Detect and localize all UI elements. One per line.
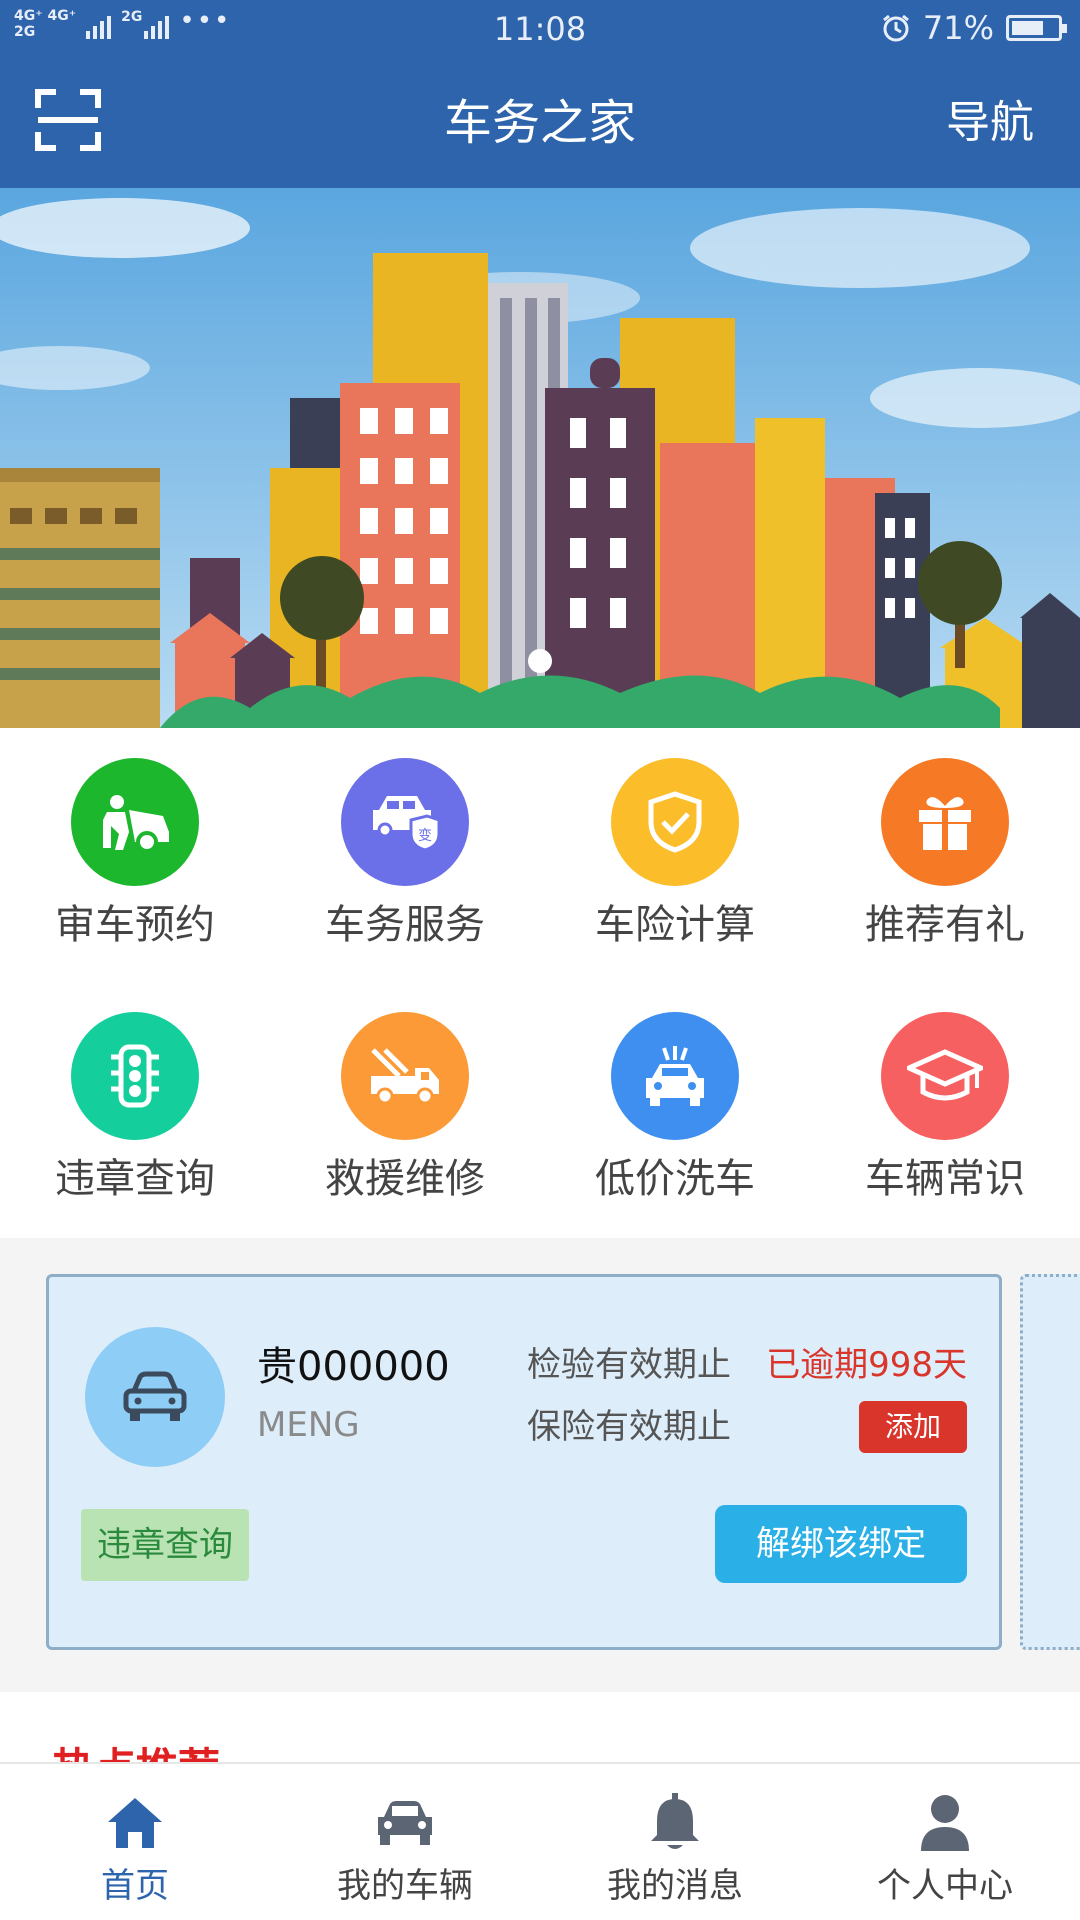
car-transfer-icon: 变 (341, 758, 469, 886)
car-icon (123, 1371, 187, 1421)
status-bar: 4G⁺ 4G⁺ 2G 2G ••• 11:08 71% (0, 0, 1080, 58)
navigation-button[interactable]: 导航 (946, 58, 1034, 188)
violation-query-button[interactable]: 违章查询 (81, 1509, 249, 1581)
service-label: 推荐有礼 (865, 902, 1025, 948)
service-violation-query[interactable]: 违章查询 (0, 1012, 270, 1204)
hot-recommend-title: 热点推荐 (52, 1744, 220, 1762)
bottom-tab-bar: 首页 我的车辆 我的消息 个人中心 (0, 1762, 1080, 1920)
license-plate: 贵000000 (257, 1344, 450, 1390)
service-rescue-repair[interactable]: 救援维修 (270, 1012, 540, 1204)
alarm-icon (882, 14, 909, 42)
vehicle-card[interactable]: 贵000000 MENG 检验有效期止 已逾期998天 保险有效期止 添加 违章… (46, 1274, 1002, 1650)
tab-label: 首页 (101, 1866, 169, 1906)
car-wash-icon (611, 1012, 739, 1140)
service-car-affairs[interactable]: 变 车务服务 (270, 758, 540, 950)
next-vehicle-card-placeholder[interactable] (1020, 1274, 1080, 1650)
battery-icon (1006, 15, 1067, 41)
service-vehicle-knowledge[interactable]: 车辆常识 (810, 1012, 1080, 1204)
shield-check-icon (611, 758, 739, 886)
service-label: 车辆常识 (865, 1156, 1025, 1202)
service-grid: 审车预约 变 车务服务 车险计算 推荐有礼 违章查询 救援维修 低价洗车 车辆常… (0, 728, 1080, 1238)
inspection-status: 已逾期998天 (766, 1345, 967, 1385)
tab-my-vehicles[interactable]: 我的车辆 (270, 1764, 540, 1920)
service-insurance-calc[interactable]: 车险计算 (540, 758, 810, 950)
unbind-button[interactable]: 解绑该绑定 (715, 1505, 967, 1583)
service-label: 车险计算 (595, 902, 755, 948)
user-icon (810, 1788, 1080, 1858)
city-banner-image (0, 188, 1080, 728)
inspection-label: 检验有效期止 (527, 1345, 731, 1385)
service-car-inspection[interactable]: 审车预约 (0, 758, 270, 950)
banner-carousel[interactable] (0, 188, 1080, 728)
service-label: 救援维修 (325, 1156, 485, 1202)
service-label: 低价洗车 (595, 1156, 755, 1202)
tab-label: 我的消息 (607, 1866, 743, 1906)
service-car-wash[interactable]: 低价洗车 (540, 1012, 810, 1204)
tab-label: 个人中心 (877, 1866, 1013, 1906)
service-label: 车务服务 (325, 902, 485, 948)
home-icon (0, 1788, 270, 1858)
tow-truck-icon (341, 1012, 469, 1140)
hot-recommend-section: 热点推荐 (0, 1692, 1080, 1762)
car-icon (270, 1788, 540, 1858)
service-referral-gift[interactable]: 推荐有礼 (810, 758, 1080, 950)
vehicle-section: 贵000000 MENG 检验有效期止 已逾期998天 保险有效期止 添加 违章… (0, 1238, 1080, 1692)
page-title: 车务之家 (443, 95, 636, 151)
tab-profile[interactable]: 个人中心 (810, 1764, 1080, 1920)
gift-icon (881, 758, 1009, 886)
graduation-cap-icon (881, 1012, 1009, 1140)
bell-icon (540, 1788, 810, 1858)
add-insurance-button[interactable]: 添加 (859, 1401, 967, 1453)
service-label: 审车预约 (55, 902, 215, 948)
service-label: 违章查询 (55, 1156, 215, 1202)
tab-my-messages[interactable]: 我的消息 (540, 1764, 810, 1920)
carousel-dot-active[interactable] (528, 649, 552, 673)
battery-percent: 71% (922, 9, 994, 47)
vehicle-avatar (85, 1327, 225, 1467)
app-header: 车务之家 导航 (0, 58, 1080, 188)
car-inspection-icon (71, 758, 199, 886)
svg-text:变: 变 (418, 828, 432, 844)
traffic-light-icon (71, 1012, 199, 1140)
tab-home[interactable]: 首页 (0, 1764, 270, 1920)
insurance-label: 保险有效期止 (527, 1407, 731, 1447)
tab-label: 我的车辆 (337, 1866, 473, 1906)
owner-name: MENG (257, 1405, 360, 1445)
